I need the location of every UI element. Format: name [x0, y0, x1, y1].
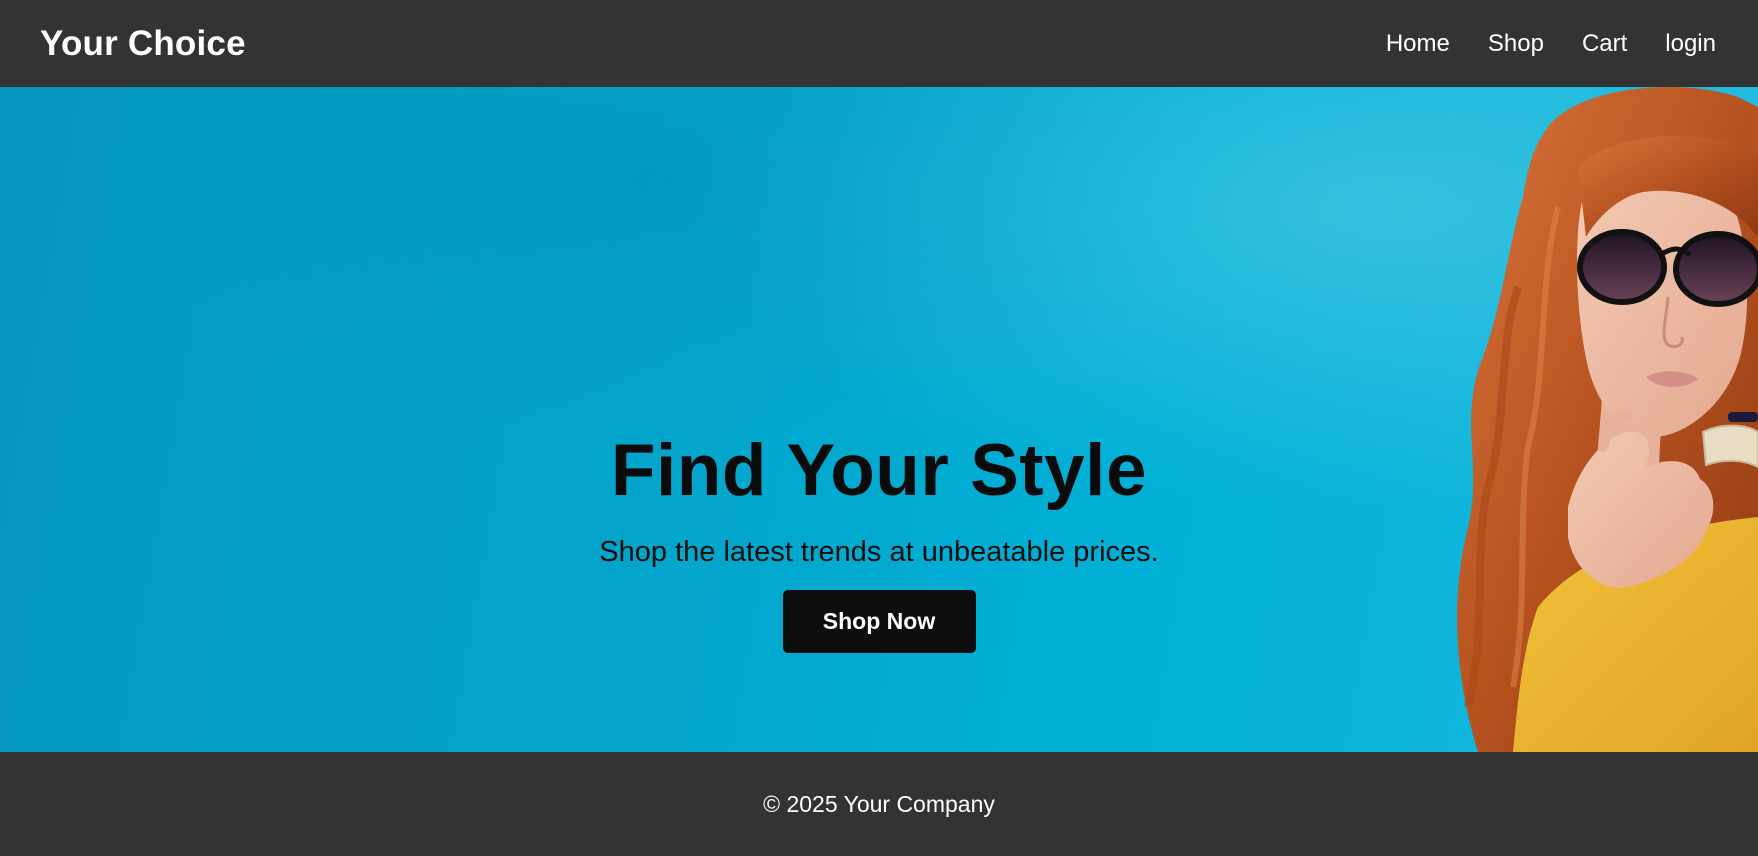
brand-logo-text[interactable]: Your Choice	[40, 24, 246, 64]
main-nav: Home Shop Cart login	[1386, 30, 1716, 58]
hero-subtitle: Shop the latest trends at unbeatable pri…	[599, 536, 1159, 568]
nav-home-link[interactable]: Home	[1386, 30, 1450, 58]
hero-title: Find Your Style	[610, 430, 1148, 511]
page-footer: © 2025 Your Company	[0, 752, 1758, 856]
hero-content: Find Your Style Shop the latest trends a…	[0, 434, 1758, 653]
nav-cart-link[interactable]: Cart	[1582, 30, 1627, 58]
shop-now-button[interactable]: Shop Now	[782, 589, 976, 653]
hero-banner: Find Your Style Shop the latest trends a…	[0, 87, 1758, 752]
nav-shop-link[interactable]: Shop	[1488, 30, 1544, 58]
nav-login-link[interactable]: login	[1665, 30, 1716, 58]
footer-copyright: © 2025 Your Company	[763, 790, 995, 817]
top-navbar: Your Choice Home Shop Cart login	[0, 0, 1758, 87]
